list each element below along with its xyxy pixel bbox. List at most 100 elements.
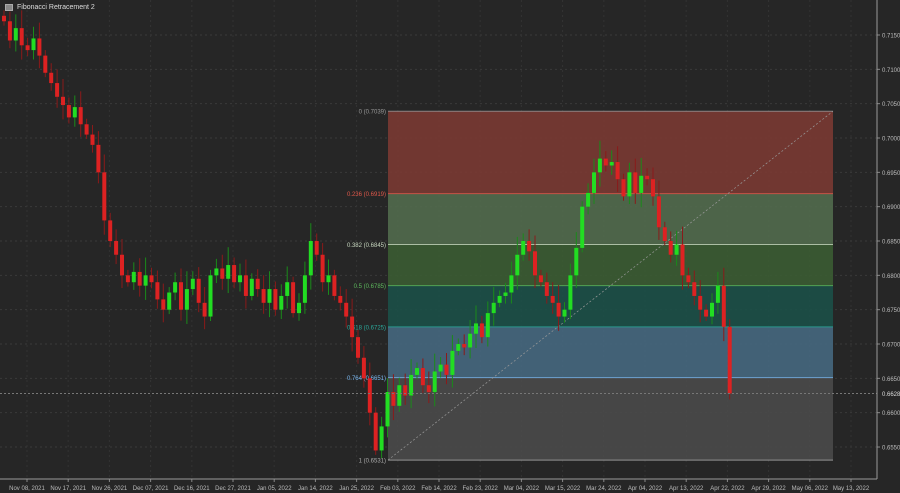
candle-body bbox=[550, 295, 555, 303]
candle-body bbox=[456, 344, 461, 351]
candle-body bbox=[326, 275, 331, 283]
candle-body bbox=[710, 302, 714, 317]
y-tick-label: 0.7100 bbox=[882, 68, 900, 74]
candle-body bbox=[462, 344, 467, 348]
y-tick-label: 0.7150 bbox=[882, 34, 900, 40]
fib-level-label: 0.382 (0.6845) bbox=[347, 243, 386, 249]
candle-body bbox=[468, 333, 473, 348]
candle-body bbox=[651, 179, 655, 197]
x-tick-label: Apr 22, 2022 bbox=[710, 486, 745, 492]
candle-body bbox=[639, 175, 644, 193]
candle-body bbox=[314, 241, 319, 255]
y-tick-label: 0.6650 bbox=[882, 377, 900, 383]
candle-body bbox=[114, 241, 119, 255]
y-tick-label: 0.6750 bbox=[882, 308, 900, 314]
y-tick-label: 0.7050 bbox=[882, 102, 900, 108]
candle-body bbox=[592, 172, 596, 193]
candle-body bbox=[25, 45, 30, 51]
x-tick-label: Mar 24, 2022 bbox=[586, 486, 622, 492]
candle-body bbox=[173, 282, 178, 293]
candle-body bbox=[415, 368, 419, 375]
candle-body bbox=[255, 278, 260, 290]
candle-body bbox=[361, 357, 366, 379]
fib-level-label: 1 (0.6531) bbox=[359, 459, 386, 465]
candle-body bbox=[373, 412, 378, 451]
x-tick-label: Jan 14, 2022 bbox=[298, 486, 333, 492]
candle-body bbox=[350, 316, 355, 338]
candle-body bbox=[31, 38, 36, 51]
candle-body bbox=[562, 309, 567, 317]
current-price-label: 0.6628 bbox=[882, 392, 900, 398]
x-tick-label: Jan 05, 2022 bbox=[257, 486, 292, 492]
candle-body bbox=[633, 172, 638, 193]
x-tick-label: Dec 07, 2021 bbox=[133, 486, 169, 492]
candle-body bbox=[120, 254, 124, 276]
candle-body bbox=[485, 313, 490, 338]
candle-body bbox=[131, 271, 136, 283]
candle-body bbox=[13, 28, 18, 41]
candle-body bbox=[698, 295, 703, 310]
candle-body bbox=[338, 295, 343, 303]
candle-body bbox=[179, 282, 183, 310]
candle-body bbox=[344, 302, 349, 317]
candle-body bbox=[674, 244, 679, 255]
candle-body bbox=[356, 337, 360, 358]
x-tick-label: Dec 27, 2021 bbox=[215, 486, 251, 492]
x-tick-label: May 06, 2022 bbox=[792, 486, 829, 492]
candle-body bbox=[615, 162, 620, 180]
candle-body bbox=[19, 28, 24, 46]
candle-body bbox=[420, 368, 425, 386]
candle-body bbox=[297, 302, 301, 314]
candle-body bbox=[409, 374, 414, 396]
candle-body bbox=[727, 326, 732, 394]
candle-body bbox=[662, 227, 667, 242]
x-tick-label: Apr 29, 2022 bbox=[751, 486, 786, 492]
y-tick-label: 0.6700 bbox=[882, 343, 900, 349]
fib-level-label: 0.764 (0.6651) bbox=[347, 376, 386, 382]
candle-body bbox=[379, 426, 384, 451]
y-tick-label: 0.7000 bbox=[882, 137, 900, 143]
candle-body bbox=[279, 295, 284, 310]
candle-body bbox=[432, 371, 437, 393]
candle-body bbox=[580, 206, 585, 248]
x-tick-label: Feb 14, 2022 bbox=[421, 486, 457, 492]
candle-body bbox=[267, 289, 272, 303]
candle-body bbox=[291, 282, 296, 314]
candle-body bbox=[302, 275, 307, 303]
candle-body bbox=[72, 107, 77, 118]
candle-body bbox=[78, 107, 83, 125]
candle-body bbox=[273, 289, 278, 310]
candle-body bbox=[7, 21, 12, 41]
candle-body bbox=[474, 323, 478, 334]
title-text: Fibonacci Retracement 2 bbox=[17, 4, 95, 11]
candle-body bbox=[161, 299, 166, 310]
x-tick-label: Nov 08, 2021 bbox=[9, 486, 45, 492]
fib-zone bbox=[388, 244, 833, 286]
price-chart[interactable]: 0.7150 0.7100 0.7050 0.7000 0.6950 0.6900 0.68… bbox=[0, 0, 900, 493]
candle-body bbox=[574, 247, 579, 276]
candle-body bbox=[125, 275, 130, 283]
candle-body bbox=[66, 105, 71, 118]
y-tick-label: 0.6800 bbox=[882, 274, 900, 280]
candle-body bbox=[243, 275, 248, 296]
candle-body bbox=[238, 275, 242, 283]
candle-body bbox=[320, 254, 325, 283]
candle-body bbox=[568, 275, 573, 310]
x-tick-label: Apr 04, 2022 bbox=[628, 486, 663, 492]
candle-body bbox=[686, 275, 691, 283]
candle-body bbox=[149, 275, 154, 283]
candle-body bbox=[527, 241, 532, 252]
candle-body bbox=[533, 251, 537, 276]
candle-body bbox=[403, 385, 408, 396]
candle-body bbox=[597, 158, 602, 173]
y-tick-label: 0.6850 bbox=[882, 240, 900, 246]
y-tick-label: 0.6550 bbox=[882, 446, 900, 452]
candle-body bbox=[645, 175, 650, 180]
candle-body bbox=[167, 292, 172, 310]
candle-body bbox=[603, 158, 608, 166]
candle-body bbox=[249, 278, 254, 296]
x-tick-label: Mar 04, 2022 bbox=[504, 486, 540, 492]
candle-body bbox=[680, 244, 685, 276]
candle-body bbox=[226, 265, 231, 279]
candle-body bbox=[61, 96, 65, 106]
